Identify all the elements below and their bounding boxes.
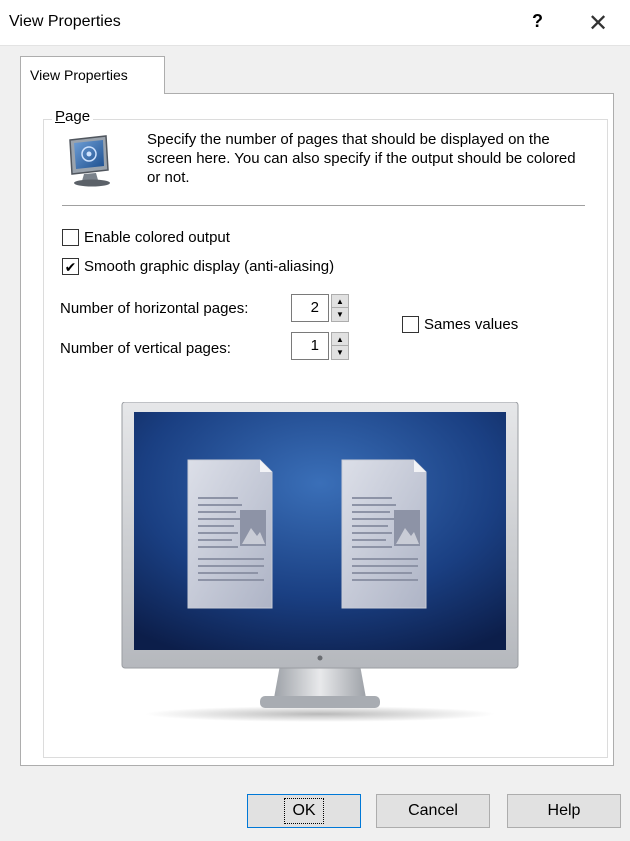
- smooth-display-option[interactable]: ✔ Smooth graphic display (anti-aliasing): [62, 258, 334, 275]
- help-question-icon[interactable]: ?: [532, 11, 543, 32]
- horizontal-pages-stepper[interactable]: 2 ▲ ▼: [291, 294, 356, 322]
- window-title: View Properties: [9, 13, 121, 30]
- ok-button[interactable]: OK: [247, 794, 361, 828]
- horizontal-pages-input[interactable]: 2: [291, 294, 329, 322]
- cancel-button-label: Cancel: [408, 802, 458, 819]
- vertical-up-arrow-icon[interactable]: ▲: [332, 333, 348, 346]
- page-thumbnail-left: [187, 459, 273, 609]
- page-group-label: Page: [52, 108, 94, 125]
- page-description: Specify the number of pages that should …: [147, 131, 576, 186]
- smooth-display-label: Smooth graphic display (anti-aliasing): [84, 258, 335, 275]
- same-values-checkbox[interactable]: [402, 316, 419, 333]
- title-bar: View Properties ? ✕: [0, 0, 630, 46]
- vertical-down-arrow-icon[interactable]: ▼: [332, 346, 348, 359]
- colored-output-option[interactable]: Enable colored output: [62, 229, 230, 246]
- divider: [62, 205, 585, 206]
- close-icon[interactable]: ✕: [580, 6, 616, 40]
- vertical-pages-label: Number of vertical pages:: [60, 340, 231, 357]
- horizontal-spin-buttons: ▲ ▼: [331, 294, 349, 322]
- colored-output-label: Enable colored output: [84, 229, 230, 246]
- smooth-display-checkbox[interactable]: ✔: [62, 258, 79, 275]
- horizontal-up-arrow-icon[interactable]: ▲: [332, 295, 348, 308]
- same-values-option[interactable]: Sames values: [402, 316, 518, 333]
- vertical-spin-buttons: ▲ ▼: [331, 332, 349, 360]
- tab-view-properties[interactable]: View Properties: [20, 56, 165, 94]
- page-thumbnail-right: [341, 459, 427, 609]
- horizontal-down-arrow-icon[interactable]: ▼: [332, 308, 348, 321]
- monitor-preview-image: [120, 401, 520, 727]
- horizontal-pages-label: Number of horizontal pages:: [60, 300, 249, 317]
- help-button[interactable]: Help: [507, 794, 621, 828]
- ok-button-label: OK: [284, 798, 324, 824]
- vertical-pages-stepper[interactable]: 1 ▲ ▼: [291, 332, 356, 360]
- tab-label: View Properties: [30, 67, 128, 83]
- help-button-label: Help: [547, 802, 581, 819]
- cancel-button[interactable]: Cancel: [376, 794, 490, 828]
- vertical-pages-input[interactable]: 1: [291, 332, 329, 360]
- colored-output-checkbox[interactable]: [62, 229, 79, 246]
- same-values-label: Sames values: [424, 316, 519, 333]
- monitor-info-icon: [66, 134, 120, 190]
